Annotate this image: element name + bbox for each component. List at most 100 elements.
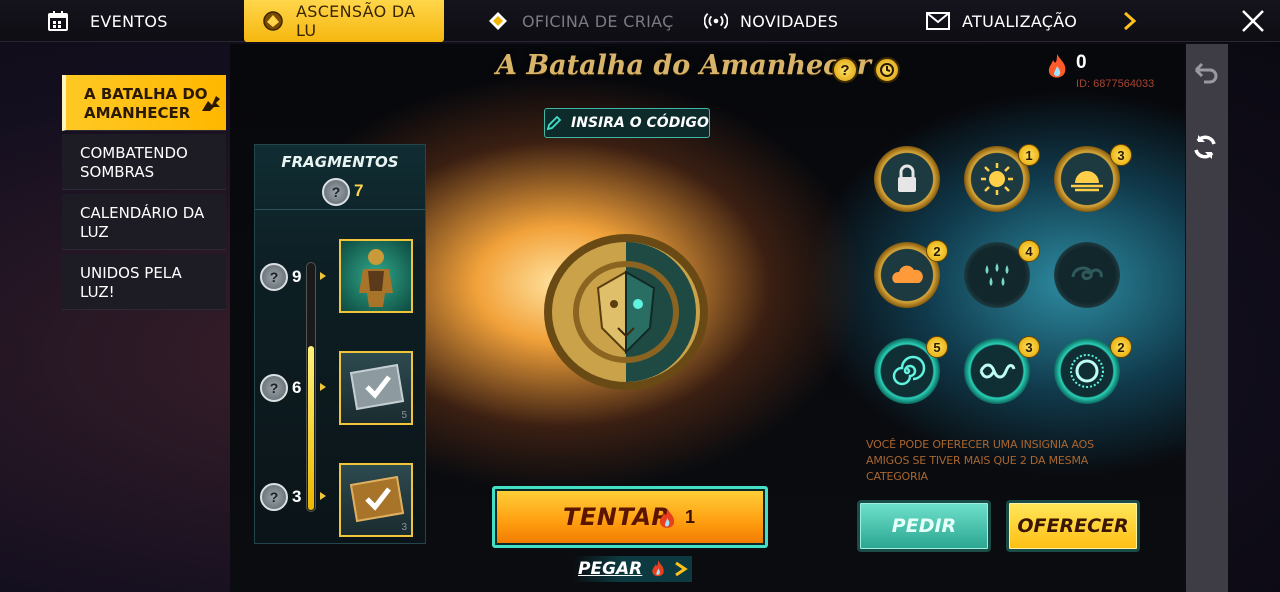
ask-label: PEDIR xyxy=(891,515,957,537)
get-label: PEGAR xyxy=(578,559,643,579)
refresh-icon[interactable] xyxy=(1190,132,1220,162)
calendar-icon xyxy=(46,9,70,33)
player-id: ID: 6877564033 xyxy=(1076,78,1155,90)
badge-cloud[interactable]: 2 xyxy=(874,240,948,308)
lion-medallion-icon xyxy=(544,234,708,390)
sidebar-item-combatendo[interactable]: COMBATENDO SOMBRAS xyxy=(62,134,226,190)
badge-count: 2 xyxy=(926,240,948,262)
badge-swirl[interactable] xyxy=(1054,242,1120,308)
tier-marker xyxy=(320,272,326,280)
reward-qty: 3 xyxy=(401,522,407,533)
fragment-icon: ? xyxy=(260,483,288,511)
fragment-icon: ? xyxy=(322,178,350,206)
reward-character-card[interactable] xyxy=(339,239,413,313)
reward-qty: 5 xyxy=(401,410,407,421)
try-cost: 1 xyxy=(685,507,696,527)
sidebar-item-label: A BATALHA DO AMANHECER xyxy=(84,85,208,122)
page-title: A Batalha do Amanhecer xyxy=(496,50,871,81)
try-button[interactable]: TENTAR 1 xyxy=(492,486,768,548)
currency-display: 0 ID: 6877564033 xyxy=(1044,52,1154,90)
required-count: 9 xyxy=(292,267,302,286)
badge-count: 5 xyxy=(926,336,948,358)
badge-lock[interactable] xyxy=(874,146,940,212)
tab-label: ATUALIZAÇÃO xyxy=(962,11,1078,31)
enter-code-label: INSIRA O CÓDIGO xyxy=(571,115,709,131)
badge-sunrise[interactable]: 3 xyxy=(1054,144,1132,212)
timer-button[interactable] xyxy=(874,57,900,83)
reward-ticket-card[interactable]: 5 xyxy=(339,351,413,425)
tab-ascensao[interactable]: ASCENSÃO DA LU xyxy=(244,0,444,42)
enter-code-button[interactable]: INSIRA O CÓDIGO xyxy=(544,108,710,138)
reward-ticket-card[interactable]: 3 xyxy=(339,463,413,537)
progress-fill xyxy=(308,346,314,510)
character-icon xyxy=(359,249,393,307)
badge-count: 3 xyxy=(1018,336,1040,358)
required-count: 6 xyxy=(292,378,302,397)
burst-icon xyxy=(1070,354,1104,388)
drops-icon xyxy=(985,263,1009,286)
diamond-icon xyxy=(486,9,510,33)
sidebar-item-calendario[interactable]: CALENDÁRIO DA LUZ xyxy=(62,194,226,250)
fragments-title: FRAGMENTOS xyxy=(281,153,399,171)
tier-marker xyxy=(320,492,326,500)
badge-drops[interactable]: 4 xyxy=(964,240,1040,308)
tab-label: OFICINA DE CRIAÇ xyxy=(522,11,674,31)
tab-eventos[interactable]: EVENTOS xyxy=(46,0,168,42)
spiral-icon xyxy=(892,355,926,386)
tier-marker xyxy=(320,383,326,391)
sidebar-item-label: COMBATENDO SOMBRAS xyxy=(80,144,188,181)
tab-oficina[interactable]: OFICINA DE CRIAÇ xyxy=(486,0,674,42)
offer-button[interactable]: OFERECER xyxy=(1006,500,1140,552)
tab-label: NOVIDADES xyxy=(740,11,839,31)
badge-wave[interactable]: 3 xyxy=(964,336,1040,404)
wave-icon xyxy=(979,363,1016,379)
currency-value: 0 xyxy=(1076,52,1087,73)
tab-atualizacao[interactable]: ATUALIZAÇÃO xyxy=(926,0,1077,42)
badge-count: 4 xyxy=(1018,240,1040,262)
sidebar-item-label: UNIDOS PELA LUZ! xyxy=(80,264,182,301)
divider xyxy=(255,209,425,210)
help-button[interactable]: ? xyxy=(832,57,858,83)
chevron-right-icon[interactable] xyxy=(1122,10,1138,32)
required-count: 3 xyxy=(292,487,302,506)
mail-icon xyxy=(926,9,950,33)
pencil-icon xyxy=(546,115,562,131)
arrow-right-icon xyxy=(675,561,688,577)
sidebar-item-label: CALENDÁRIO DA LUZ xyxy=(80,204,205,241)
question-icon: ? xyxy=(840,61,850,79)
badge-count: 2 xyxy=(1110,336,1132,358)
broadcast-icon xyxy=(704,9,728,33)
ask-button[interactable]: PEDIR xyxy=(857,500,991,552)
clock-icon xyxy=(880,63,894,77)
get-link[interactable]: PEGAR xyxy=(572,556,692,582)
tab-novidades[interactable]: NOVIDADES xyxy=(704,0,838,42)
badge-count: 3 xyxy=(1110,144,1132,166)
fragments-owned: 7 xyxy=(354,181,364,200)
cloud-icon xyxy=(892,265,923,283)
back-icon[interactable] xyxy=(1190,58,1220,88)
tab-label: EVENTOS xyxy=(90,11,168,31)
flame-icon xyxy=(652,560,664,577)
lock-icon xyxy=(898,164,916,192)
tab-label: ASCENSÃO DA LU xyxy=(296,2,416,40)
fragment-icon: ? xyxy=(260,374,288,402)
right-toolbar xyxy=(1186,44,1228,592)
offer-label: OFERECER xyxy=(1017,515,1129,537)
badge-sun[interactable]: 1 xyxy=(964,144,1040,212)
flame-icon xyxy=(659,508,675,528)
fragment-icon: ? xyxy=(260,263,288,291)
badge-spiral[interactable]: 5 xyxy=(874,336,948,404)
emblem-icon xyxy=(262,9,284,33)
sidebar-item-batalha[interactable]: A BATALHA DO AMANHECER xyxy=(62,75,226,131)
badge-burst[interactable]: 2 xyxy=(1054,336,1132,404)
dragon-icon xyxy=(202,96,220,111)
flame-icon xyxy=(1048,54,1066,78)
swirl-icon xyxy=(1071,266,1103,281)
sunrise-icon xyxy=(1071,171,1103,192)
close-icon[interactable] xyxy=(1238,6,1268,36)
offer-hint-text: VOCÊ PODE OFERECER UMA INSIGNIA AOS AMIG… xyxy=(866,438,1094,483)
sun-icon xyxy=(981,163,1013,195)
try-label: TENTAR xyxy=(563,503,671,531)
top-tab-bar: EVENTOS ASCENSÃO DA LU OFICINA DE CRIAÇ … xyxy=(0,0,1280,42)
sidebar-item-unidos[interactable]: UNIDOS PELA LUZ! xyxy=(62,254,226,310)
